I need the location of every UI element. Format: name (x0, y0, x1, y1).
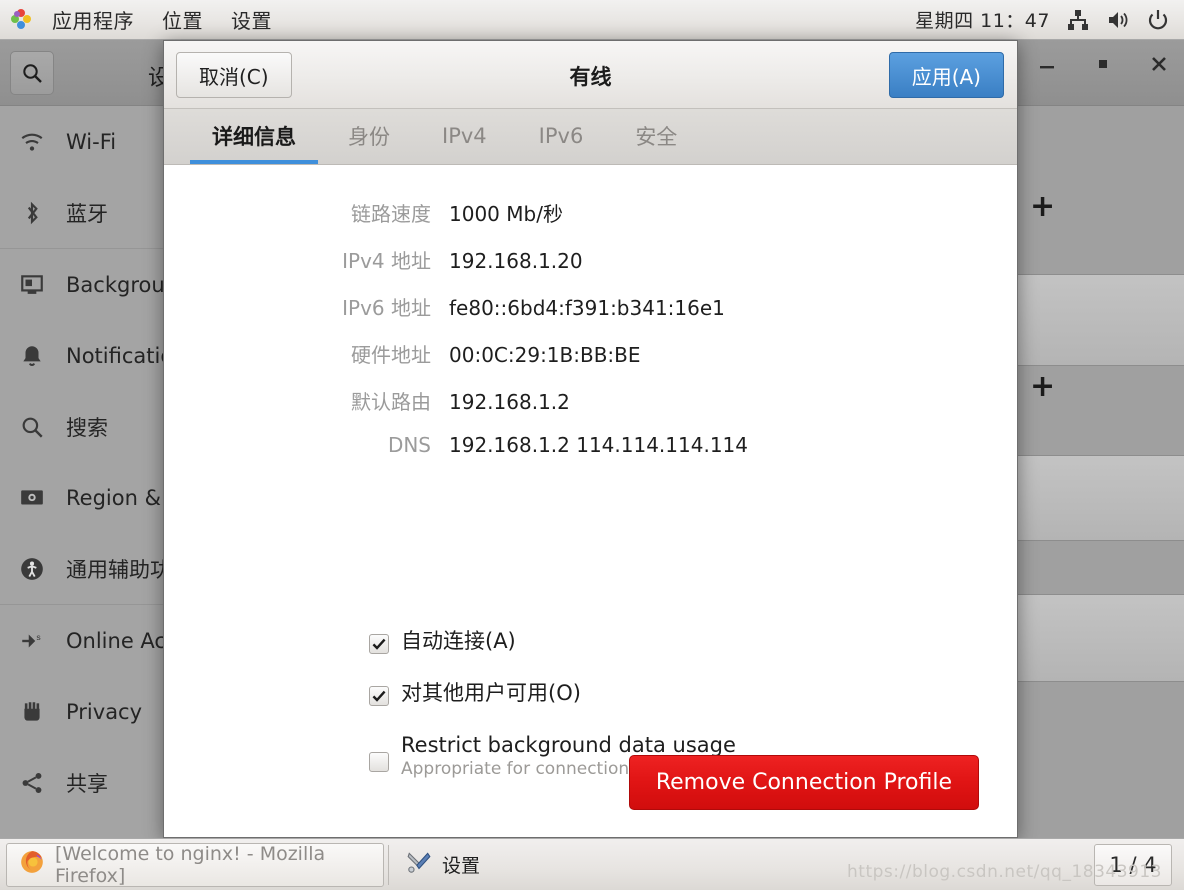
detail-label: 默认路由 (351, 390, 431, 414)
minimize-icon[interactable] (1036, 53, 1058, 75)
checkbox-row-autoconnect[interactable]: 自动连接(A) (369, 630, 921, 654)
privacy-icon (18, 698, 46, 726)
taskbar-item-label: 设置 (442, 855, 481, 877)
add-connection-button-2[interactable]: + (1030, 372, 1055, 402)
detail-value: 192.168.1.20 (449, 249, 583, 273)
bluetooth-icon (18, 199, 46, 227)
sidebar-item-label: 共享 (66, 771, 108, 796)
network-icon[interactable] (1066, 8, 1090, 32)
panel-status-group: 星期四 11：47 (915, 6, 1184, 33)
search-icon (18, 413, 46, 441)
detail-label: DNS (387, 433, 431, 457)
detail-row-ipv6-address: IPv6 地址 fe80::6bd4:f391:b341:16e1 (164, 292, 1017, 339)
clock[interactable]: 星期四 11：47 (915, 6, 1050, 33)
detail-row-link-speed: 链路速度 1000 Mb/秒 (164, 198, 1017, 245)
close-icon[interactable] (1148, 53, 1170, 75)
checkbox-label: Restrict background data usage (401, 733, 736, 757)
sidebar-item-label: 蓝牙 (66, 201, 108, 226)
tab-ipv4[interactable]: IPv4 (416, 108, 513, 164)
detail-value: 00:0C:29:1B:BB:BE (449, 343, 641, 367)
detail-row-hardware-address: 硬件地址 00:0C:29:1B:BB:BE (164, 339, 1017, 386)
remove-connection-profile-button[interactable]: Remove Connection Profile (628, 755, 979, 810)
menu-settings[interactable]: 设置 (217, 3, 286, 36)
taskbar-divider (388, 844, 389, 885)
checkmark-icon (372, 638, 386, 650)
detail-row-default-route: 默认路由 192.168.1.2 (164, 386, 1017, 433)
notifications-icon (18, 342, 46, 370)
workspace-indicator[interactable]: 1 / 4 (1094, 843, 1172, 886)
sidebar-item-label: Privacy (66, 699, 143, 724)
taskbar: [Welcome to nginx! - Mozilla Firefox] 设置… (0, 838, 1184, 890)
detail-row-dns: DNS 192.168.1.2 114.114.114.114 (164, 433, 1017, 480)
dialog-body: 链路速度 1000 Mb/秒 IPv4 地址 192.168.1.20 IPv6… (164, 165, 1017, 837)
screen: 应用程序 位置 设置 星期四 11：47 设 Wi-Fi 蓝牙 Backgrou… (0, 0, 1184, 890)
sharing-icon (18, 769, 46, 797)
volume-icon[interactable] (1106, 8, 1130, 32)
add-connection-button-1[interactable]: + (1030, 192, 1055, 222)
accessibility-icon (18, 555, 46, 583)
detail-label: 硬件地址 (351, 343, 431, 367)
tab-security[interactable]: 安全 (609, 108, 703, 164)
detail-label: IPv4 地址 (342, 249, 431, 273)
region-icon (18, 484, 46, 512)
checkbox-restrict-background-data[interactable] (369, 752, 389, 772)
details-list: 链路速度 1000 Mb/秒 IPv4 地址 192.168.1.20 IPv6… (164, 198, 1017, 480)
power-icon[interactable] (1146, 8, 1170, 32)
online-accounts-icon: s (18, 627, 46, 655)
detail-value: 192.168.1.2 114.114.114.114 (449, 433, 748, 457)
taskbar-item-firefox[interactable]: [Welcome to nginx! - Mozilla Firefox] (6, 842, 384, 887)
checkbox-autoconnect[interactable] (369, 634, 389, 654)
background-icon (18, 271, 46, 299)
detail-label: IPv6 地址 (342, 296, 431, 320)
detail-value: 1000 Mb/秒 (449, 202, 563, 226)
detail-value: fe80::6bd4:f391:b341:16e1 (449, 296, 725, 320)
top-panel: 应用程序 位置 设置 星期四 11：47 (0, 0, 1184, 40)
sidebar-item-label: 搜索 (66, 415, 108, 440)
menu-applications[interactable]: 应用程序 (38, 3, 148, 36)
maximize-icon[interactable] (1092, 53, 1114, 75)
checkmark-icon (372, 690, 386, 702)
search-icon (23, 64, 42, 83)
taskbar-item-label: [Welcome to nginx! - Mozilla Firefox] (55, 842, 326, 887)
detail-value: 192.168.1.2 (449, 390, 570, 414)
dialog-header: 取消(C) 有线 应用(A) (164, 41, 1017, 109)
panel-menu-group: 应用程序 位置 设置 (0, 3, 286, 36)
sidebar-item-label: Wi-Fi (66, 129, 117, 154)
tab-details[interactable]: 详细信息 (186, 108, 322, 164)
apply-button[interactable]: 应用(A) (888, 52, 1004, 98)
menu-places[interactable]: 位置 (148, 3, 217, 36)
checkbox-label: 对其他用户可用(O) (401, 681, 581, 705)
settings-search-button[interactable] (10, 51, 54, 95)
checkbox-row-available-to-others[interactable]: 对其他用户可用(O) (369, 682, 921, 706)
wifi-icon (18, 128, 46, 156)
taskbar-item-settings[interactable]: 设置 (393, 843, 771, 887)
dialog-tabs: 详细信息 身份 IPv4 IPv6 安全 (164, 109, 1017, 165)
tab-identity[interactable]: 身份 (322, 108, 416, 164)
checkbox-label: 自动连接(A) (401, 629, 516, 653)
wired-connection-dialog: 取消(C) 有线 应用(A) 详细信息 身份 IPv4 IPv6 安全 链路速度… (163, 40, 1018, 838)
firefox-icon (19, 849, 45, 880)
checkbox-available-to-others[interactable] (369, 686, 389, 706)
detail-label: 链路速度 (351, 202, 431, 226)
window-controls (1036, 53, 1170, 75)
svg-text:s: s (36, 631, 41, 641)
detail-row-ipv4-address: IPv4 地址 192.168.1.20 (164, 245, 1017, 292)
applications-flower-icon (10, 8, 32, 31)
tools-icon (406, 849, 432, 880)
tab-ipv6[interactable]: IPv6 (513, 108, 610, 164)
